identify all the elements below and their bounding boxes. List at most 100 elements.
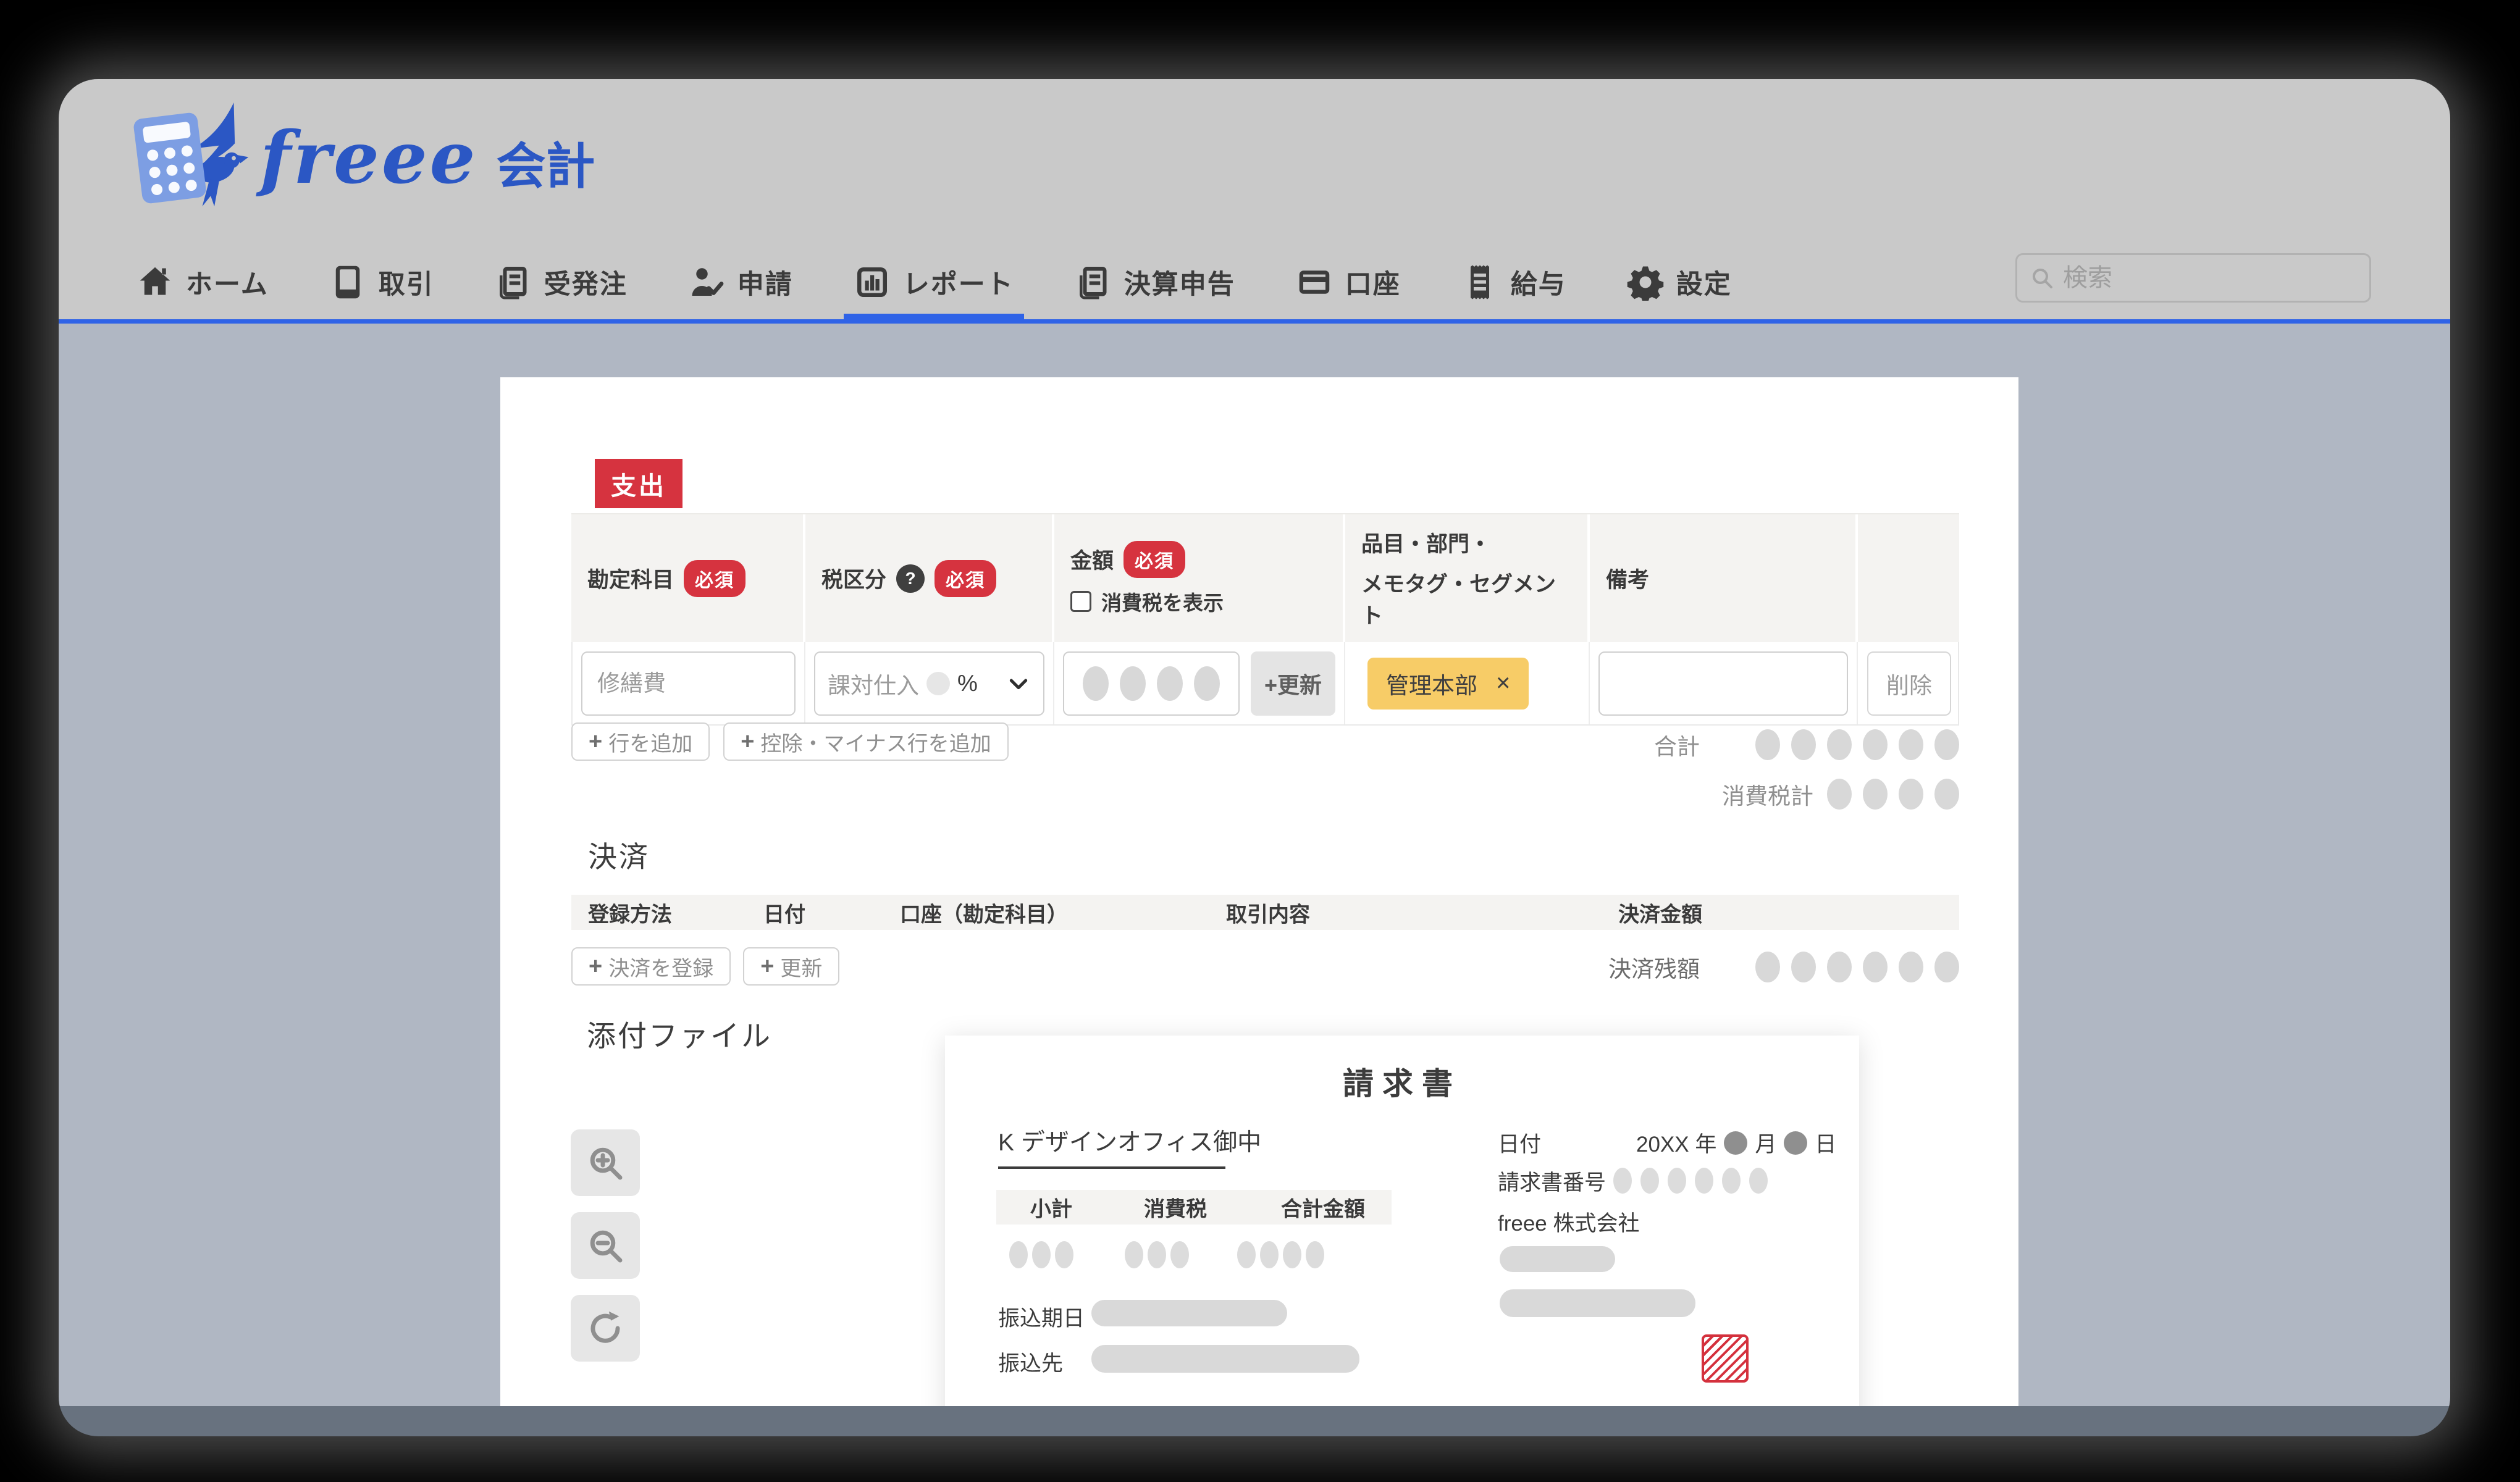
invoice-number-label: 請求書番号 <box>1498 1165 1606 1197</box>
expense-type-badge: 支出 <box>595 459 682 508</box>
card-icon <box>1296 264 1333 301</box>
actions-cell: 削除 <box>1857 642 1960 724</box>
person-check-icon <box>688 264 725 301</box>
app-window: freee 会計 ホーム 取引 受発注 申請 <box>59 79 2450 1436</box>
invoice-company-name: freee 株式会社 <box>1498 1206 1640 1237</box>
company-address-bar <box>1500 1246 1615 1272</box>
attachment-toolbar <box>571 1129 640 1362</box>
zoom-in-icon <box>586 1143 625 1183</box>
department-tag-label: 管理本部 <box>1386 667 1477 700</box>
invoice-title: 請求書 <box>945 1059 1859 1103</box>
header-cell-note: 備考 <box>1587 514 1855 642</box>
nav-item-orders[interactable]: 受発注 <box>495 241 628 324</box>
nav-item-tax-filing[interactable]: 決算申告 <box>1075 241 1235 324</box>
month-placeholder-dot <box>1724 1131 1747 1155</box>
tax-percent-sign: % <box>957 671 978 697</box>
department-tag[interactable]: 管理本部 × <box>1367 658 1529 710</box>
rotate-icon <box>586 1308 625 1348</box>
delete-row-button[interactable]: 削除 <box>1867 651 1951 716</box>
book-icon <box>1075 264 1112 301</box>
rotate-button[interactable] <box>571 1295 640 1362</box>
note-header-label: 備考 <box>1606 563 1649 594</box>
main-nav: ホーム 取引 受発注 申請 レポート <box>136 241 1732 324</box>
gear-icon <box>1627 264 1664 301</box>
invoice-summary-header: 小計 消費税 合計金額 <box>996 1190 1392 1225</box>
nav-label: 決算申告 <box>1124 263 1235 301</box>
nav-label: 受発注 <box>544 263 628 301</box>
nav-item-transactions[interactable]: 取引 <box>329 241 434 324</box>
header-cell-tax: 税区分 ? 必須 <box>803 514 1052 642</box>
tax-header-label: 税区分 <box>821 563 886 594</box>
amount-input[interactable] <box>1063 651 1240 716</box>
search-icon <box>2030 266 2054 290</box>
settlement-col-account: 口座（勘定科目） <box>900 897 1068 927</box>
amount-cell: +更新 <box>1053 642 1344 724</box>
invoice-month-suffix: 月 <box>1755 1127 1776 1158</box>
search-input[interactable] <box>2063 264 2357 292</box>
bar-chart-icon <box>854 264 891 301</box>
due-date-bar <box>1091 1300 1287 1326</box>
settlement-balance-label: 決済残額 <box>1608 950 1700 984</box>
show-tax-label: 消費税を表示 <box>1101 587 1224 616</box>
account-input[interactable] <box>581 651 796 716</box>
subtotal-dots <box>1009 1241 1073 1268</box>
zoom-in-button[interactable] <box>571 1129 640 1196</box>
settlement-col-detail: 取引内容 <box>1226 897 1310 927</box>
nav-item-requests[interactable]: 申請 <box>688 241 793 324</box>
calculator-icon <box>133 112 207 204</box>
total-placeholder-dots <box>1755 729 1959 760</box>
receipt-icon <box>1461 264 1498 301</box>
header-cell-actions <box>1855 514 1959 642</box>
tax-rate-placeholder <box>926 672 950 695</box>
show-tax-checkbox[interactable] <box>1070 591 1091 612</box>
required-badge: 必須 <box>684 560 746 597</box>
invoice-date-label: 日付 <box>1498 1127 1541 1158</box>
tax-dots <box>1125 1241 1189 1268</box>
account-header-label: 勘定科目 <box>587 563 674 594</box>
header-cell-amount: 金額 必須 消費税を表示 <box>1052 514 1343 642</box>
chevron-down-icon <box>1006 671 1031 696</box>
attached-invoice-preview[interactable]: 請求書 K デザインオフィス御中 日付 20XX 年 月 日 請求書番号 fre… <box>945 1036 1859 1406</box>
nav-item-payroll[interactable]: 給与 <box>1461 241 1566 324</box>
total-label: 合計 <box>1654 728 1700 761</box>
freee-logo: freee 会計 <box>138 115 595 201</box>
nav-item-home[interactable]: ホーム <box>136 241 269 324</box>
item-dept-cell: 管理本部 × <box>1344 642 1589 724</box>
amount-header-label: 金額 <box>1070 543 1114 575</box>
item-header-line1: 品目・部門・ <box>1361 527 1491 558</box>
tax-cell: 課対仕入 % <box>804 642 1053 724</box>
settlement-col-amount: 決済金額 <box>1618 897 1702 927</box>
invoice-due-label: 振込期日 <box>998 1301 1085 1333</box>
content-area: 支出 勘定科目 必須 税区分 ? <box>59 324 2450 1406</box>
remove-tag-icon[interactable]: × <box>1496 669 1510 697</box>
app-header: freee 会計 ホーム 取引 受発注 申請 <box>59 79 2450 324</box>
grand-total-dots <box>1237 1241 1324 1268</box>
nav-item-accounts[interactable]: 口座 <box>1296 241 1401 324</box>
invoice-year: 20XX 年 <box>1636 1127 1716 1158</box>
note-input[interactable] <box>1598 651 1848 716</box>
required-badge: 必須 <box>1124 541 1185 578</box>
tax-select-value: 課対仕入 <box>828 667 919 700</box>
invoice-number-dots <box>1613 1168 1768 1194</box>
desktop-background: freee 会計 ホーム 取引 受発注 申請 <box>0 0 2520 1482</box>
invoice-recipient: K デザインオフィス御中 <box>998 1123 1261 1158</box>
tax-select[interactable]: 課対仕入 % <box>814 651 1044 716</box>
nav-label: 申請 <box>737 263 793 301</box>
update-amount-button[interactable]: +更新 <box>1251 651 1335 716</box>
transaction-detail-panel: 支出 勘定科目 必須 税区分 ? <box>500 377 2018 1406</box>
subtotal-header: 小計 <box>1030 1192 1072 1223</box>
nav-item-settings[interactable]: 設定 <box>1627 241 1732 324</box>
header-accent-line <box>59 319 2450 324</box>
expense-table-header: 勘定科目 必須 税区分 ? 必須 <box>571 513 1959 642</box>
invoice-day-suffix: 日 <box>1815 1127 1836 1158</box>
invoice-recipient-underline <box>998 1166 1225 1169</box>
payee-bar <box>1091 1345 1359 1373</box>
tax-total-placeholder-dots <box>1827 779 1959 810</box>
help-icon[interactable]: ? <box>896 564 925 593</box>
settlement-section-title: 決済 <box>588 833 650 876</box>
nav-label: ホーム <box>186 263 269 301</box>
item-header-line2: メモタグ・セグメント <box>1361 567 1571 630</box>
global-search-box[interactable] <box>2015 253 2371 303</box>
nav-item-reports[interactable]: レポート <box>854 241 1014 324</box>
zoom-out-button[interactable] <box>571 1212 640 1279</box>
